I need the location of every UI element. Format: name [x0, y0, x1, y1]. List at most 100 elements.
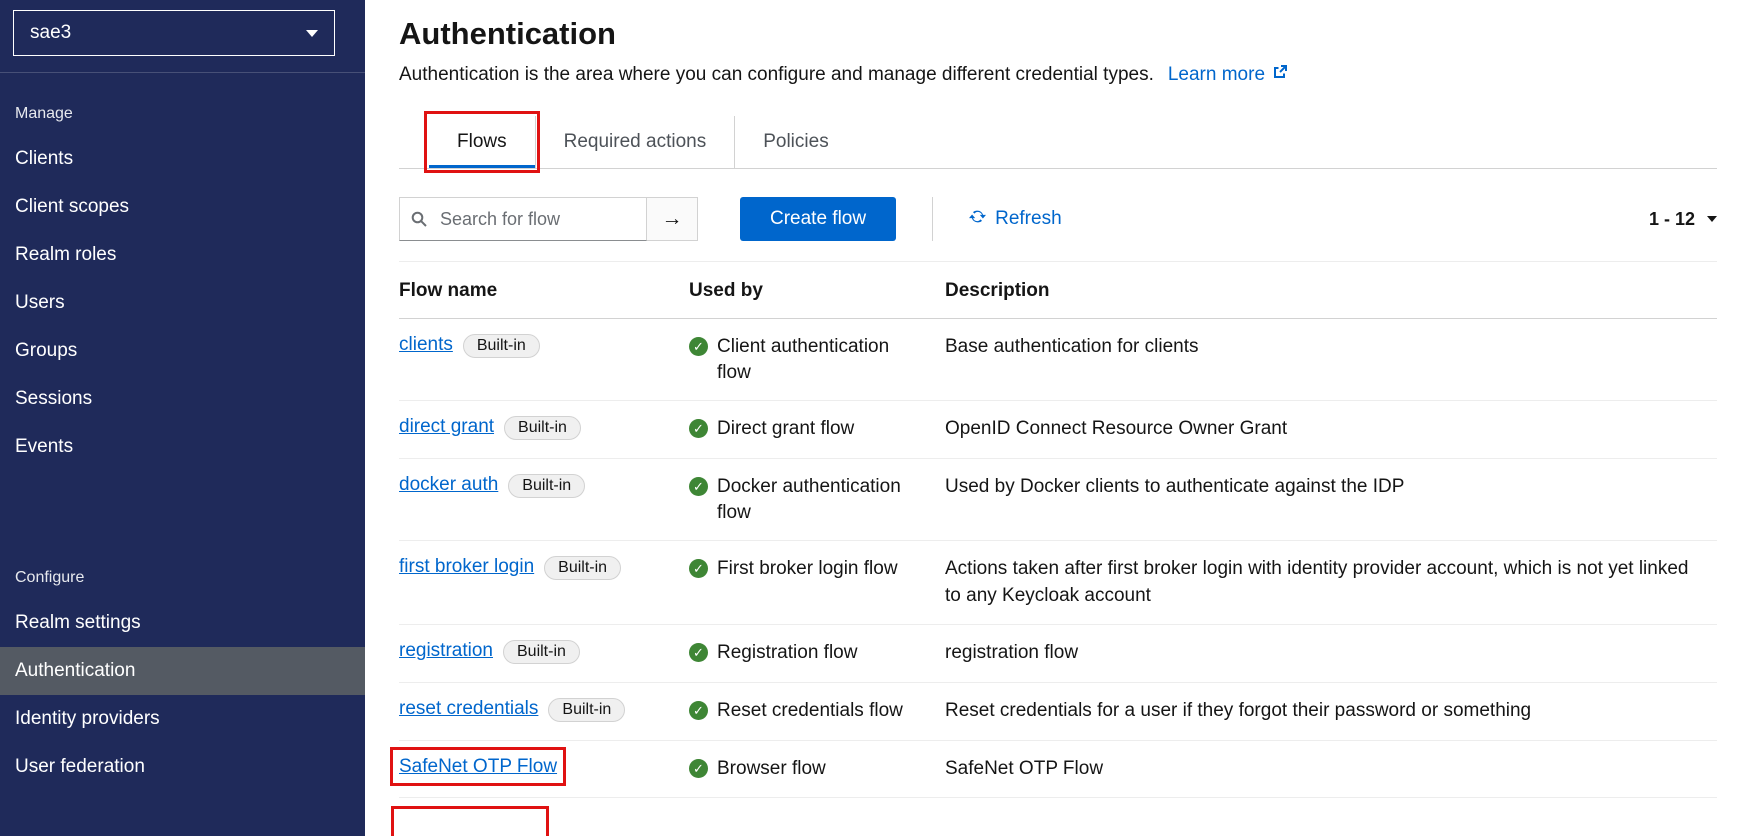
used-by-label: Registration flow [717, 640, 857, 666]
used-by-cell: ✓ Docker authentication flow [689, 474, 945, 525]
tab-flows[interactable]: Flows [429, 116, 535, 168]
table-row: direct grant Built-in ✓ Direct grant flow Op… [399, 401, 1717, 459]
description-cell: OpenID Connect Resource Owner Grant [945, 416, 1717, 443]
description-cell: SafeNet OTP Flow [945, 756, 1717, 783]
flow-link-safenet-otp-flow[interactable]: SafeNet OTP Flow [399, 756, 557, 777]
page-title: Authentication [399, 16, 1717, 52]
success-check-icon: ✓ [689, 701, 708, 720]
search-input[interactable] [399, 197, 647, 241]
description-cell: Base authentication for clients [945, 334, 1717, 361]
toolbar-divider [932, 197, 933, 241]
realm-selector-area: sae3 [0, 0, 365, 73]
external-link-icon [1272, 64, 1288, 86]
used-by-label: Docker authentication flow [717, 474, 917, 525]
refresh-label: Refresh [995, 208, 1062, 230]
nav-section-configure: ConfigureRealm settingsAuthenticationIde… [0, 561, 365, 791]
success-check-icon: ✓ [689, 419, 708, 438]
flow-link-docker-auth[interactable]: docker auth [399, 474, 498, 495]
column-used-by: Used by [689, 280, 945, 302]
search-group: → [399, 197, 698, 241]
sidebar-item-identity-providers[interactable]: Identity providers [0, 695, 365, 743]
sidebar-item-authentication[interactable]: Authentication [0, 647, 365, 695]
page-subtitle: Authentication is the area where you can… [399, 64, 1154, 86]
used-by-cell: ✓ Client authentication flow [689, 334, 945, 385]
sidebar-item-realm-settings[interactable]: Realm settings [0, 599, 365, 647]
main-content: Authentication Authentication is the are… [365, 0, 1747, 836]
sidebar-item-client-scopes[interactable]: Client scopes [0, 183, 365, 231]
description-cell: Used by Docker clients to authenticate a… [945, 474, 1717, 501]
used-by-cell: ✓ Registration flow [689, 640, 945, 666]
used-by-label: Browser flow [717, 756, 826, 782]
realm-name: sae3 [30, 22, 71, 44]
sidebar: sae3 ManageClientsClient scopesRealm rol… [0, 0, 365, 836]
sidebar-item-events[interactable]: Events [0, 423, 365, 471]
flow-name-cell: clients Built-in [399, 334, 689, 358]
built-in-badge: Built-in [503, 640, 580, 664]
page-subtitle-row: Authentication is the area where you can… [399, 64, 1717, 86]
column-flow-name: Flow name [399, 280, 689, 302]
flow-link-registration[interactable]: registration [399, 640, 493, 661]
description-cell: Reset credentials for a user if they for… [945, 698, 1717, 725]
create-flow-button[interactable]: Create flow [740, 197, 896, 241]
success-check-icon: ✓ [689, 759, 708, 778]
flow-link-direct-grant[interactable]: direct grant [399, 416, 494, 437]
search-submit-button[interactable]: → [646, 197, 698, 241]
sidebar-item-clients[interactable]: Clients [0, 135, 365, 183]
table-row: clients Built-in ✓ Client authentication fl… [399, 319, 1717, 401]
flow-link-clients[interactable]: clients [399, 334, 453, 355]
toolbar: → Create flow Refresh 1 - 12 [399, 169, 1717, 262]
refresh-icon [969, 208, 986, 231]
flow-name-cell: direct grant Built-in [399, 416, 689, 440]
column-description: Description [945, 280, 1717, 302]
nav-section-label: Configure [0, 561, 365, 599]
table-row: registration Built-in ✓ Registration flow re… [399, 625, 1717, 683]
nav-section-manage: ManageClientsClient scopesRealm rolesUse… [0, 97, 365, 471]
sidebar-item-sessions[interactable]: Sessions [0, 375, 365, 423]
annotation-box-partial [391, 806, 549, 836]
used-by-cell: ✓ Direct grant flow [689, 416, 945, 442]
success-check-icon: ✓ [689, 477, 708, 496]
chevron-down-icon [306, 30, 318, 37]
tab-required-actions[interactable]: Required actions [535, 116, 735, 168]
table-row: SafeNet OTP Flow ✓ Browser flow SafeNet OTP… [399, 741, 1717, 799]
used-by-label: First broker login flow [717, 556, 898, 582]
table-row: reset credentialsBuilt-in✓ Reset credenti… [399, 683, 1717, 741]
flow-name-cell: registration Built-in [399, 640, 689, 664]
used-by-label: Client authentication flow [717, 334, 917, 385]
table-header: Flow name Used by Description [399, 262, 1717, 319]
nav-section-label: Manage [0, 97, 365, 135]
sidebar-item-groups[interactable]: Groups [0, 327, 365, 375]
chevron-down-icon [1707, 216, 1717, 222]
success-check-icon: ✓ [689, 643, 708, 662]
sidebar-nav: ManageClientsClient scopesRealm rolesUse… [0, 97, 365, 791]
used-by-label: Reset credentials flow [717, 698, 903, 724]
realm-selector[interactable]: sae3 [13, 10, 335, 56]
built-in-badge: Built-in [544, 556, 621, 580]
sidebar-item-user-federation[interactable]: User federation [0, 743, 365, 791]
refresh-link[interactable]: Refresh [969, 208, 1062, 231]
sidebar-item-realm-roles[interactable]: Realm roles [0, 231, 365, 279]
flow-link-first-broker-login[interactable]: first broker login [399, 556, 534, 577]
learn-more-label: Learn more [1168, 64, 1265, 86]
built-in-badge: Built-in [504, 416, 581, 440]
built-in-badge: Built-in [508, 474, 585, 498]
learn-more-link[interactable]: Learn more [1168, 64, 1288, 86]
tab-bar: FlowsRequired actionsPolicies [399, 116, 1717, 169]
used-by-cell: ✓ Browser flow [689, 756, 945, 782]
success-check-icon: ✓ [689, 337, 708, 356]
pagination-range: 1 - 12 [1649, 209, 1695, 230]
flow-name-cell: reset credentialsBuilt-in [399, 698, 689, 722]
used-by-cell: ✓ Reset credentials flow [689, 698, 945, 724]
used-by-label: Direct grant flow [717, 416, 854, 442]
flow-link-reset-credentials[interactable]: reset credentials [399, 698, 538, 719]
table-row: first broker login Built-in ✓First broker … [399, 541, 1717, 625]
built-in-badge: Built-in [463, 334, 540, 358]
flow-name-cell: SafeNet OTP Flow [399, 756, 689, 778]
used-by-cell: ✓First broker login flow [689, 556, 945, 582]
description-cell: Actions taken after first broker login w… [945, 556, 1717, 609]
pagination-toggle[interactable]: 1 - 12 [1649, 209, 1717, 230]
description-cell: registration flow [945, 640, 1717, 667]
tab-policies[interactable]: Policies [734, 116, 856, 168]
sidebar-item-users[interactable]: Users [0, 279, 365, 327]
flows-table: clients Built-in ✓ Client authentication fl… [399, 319, 1717, 798]
